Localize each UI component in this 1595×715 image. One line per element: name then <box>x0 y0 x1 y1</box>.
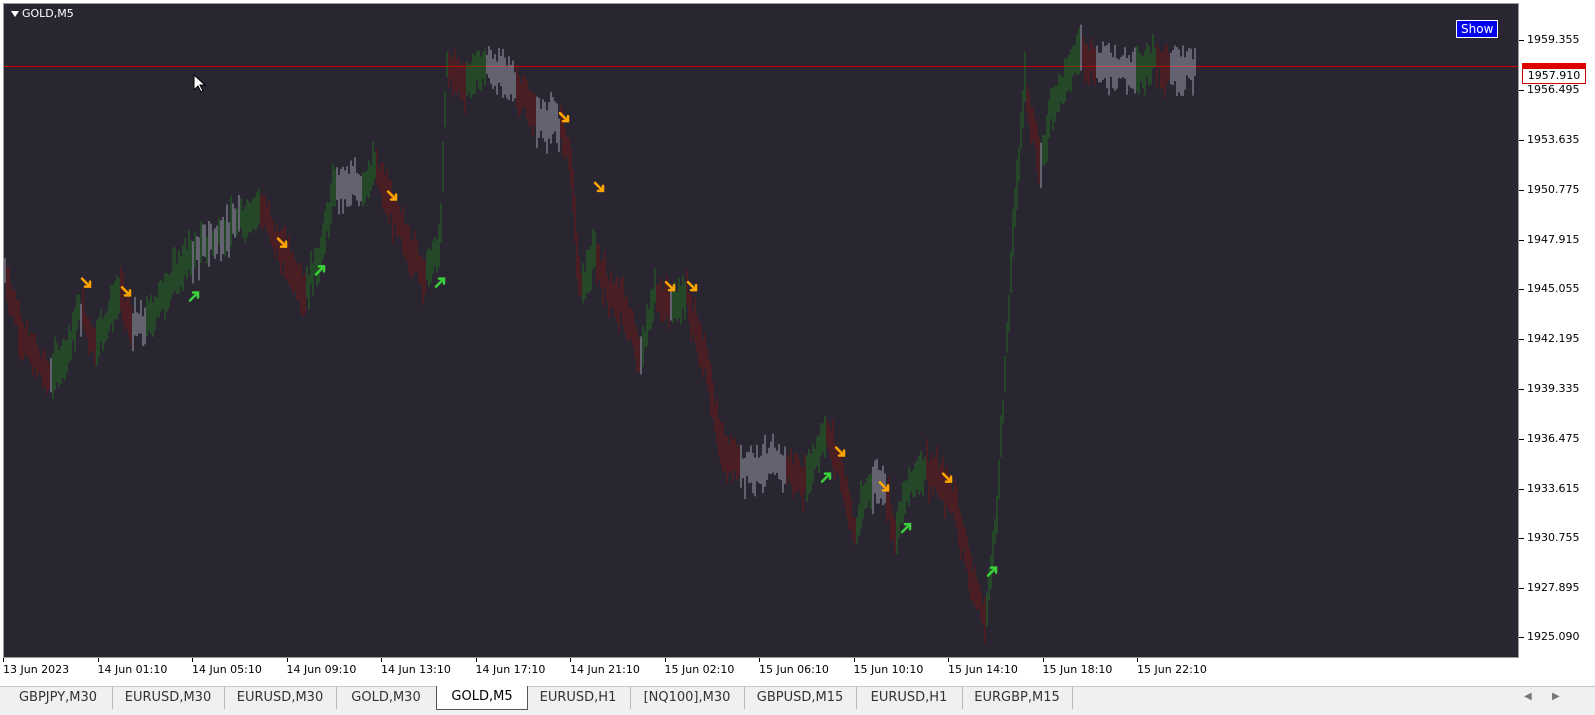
price-tick <box>1519 637 1524 639</box>
price-axis-label: 1942.195 <box>1527 332 1580 346</box>
tab-gold-m30[interactable]: GOLD,M30 <box>336 687 437 709</box>
time-axis-label: 15 Jun 14:10 <box>948 663 1018 676</box>
time-tick <box>3 658 4 662</box>
price-tick <box>1519 139 1524 141</box>
symbol-label-text: GOLD,M5 <box>22 7 74 20</box>
price-axis-label: 1950.775 <box>1527 182 1580 196</box>
time-axis-label: 14 Jun 05:10 <box>192 663 262 676</box>
price-chart[interactable] <box>4 4 1518 657</box>
time-tick <box>475 658 477 662</box>
tab-nq100-m30[interactable]: [NQ100],M30 <box>630 687 745 709</box>
price-bars <box>4 24 1196 644</box>
price-axis-label: 1925.090 <box>1527 630 1580 644</box>
time-axis-label: 15 Jun 10:10 <box>853 663 924 676</box>
tab-scroll-right-icon[interactable]: ▶ <box>1552 691 1560 702</box>
price-axis-label: 1936.475 <box>1527 431 1580 445</box>
time-tick <box>1042 658 1044 662</box>
time-axis-label: 14 Jun 01:10 <box>97 663 168 676</box>
time-axis-label: 15 Jun 22:10 <box>1137 663 1207 676</box>
price-axis-label: 1939.335 <box>1527 381 1580 395</box>
time-axis-label: 14 Jun 21:10 <box>570 663 640 676</box>
price-axis-label: 1927.895 <box>1527 581 1580 595</box>
buy-arrow-icon <box>434 277 446 288</box>
buy-arrow-icon <box>900 522 912 534</box>
time-axis-label: 14 Jun 09:10 <box>286 663 357 676</box>
price-axis-label: 1947.915 <box>1527 232 1580 246</box>
time-axis-label: 13 Jun 2023 <box>3 663 70 676</box>
price-tick <box>1519 438 1524 440</box>
price-tick <box>1519 588 1524 590</box>
tab-eurgbp-m15[interactable]: EURGBP,M15 <box>962 687 1073 709</box>
sell-arrow-icon <box>593 181 605 193</box>
price-axis-label: 1930.755 <box>1527 531 1580 545</box>
price-axis-label: 1959.355 <box>1527 33 1580 47</box>
show-button[interactable]: Show <box>1456 20 1499 38</box>
chart-plot-area[interactable]: GOLD,M5 <box>3 3 1519 658</box>
price-tick <box>1519 189 1524 191</box>
price-axis-label: 1953.635 <box>1527 132 1580 146</box>
buy-arrow-icon <box>188 291 200 302</box>
tab-gold-m5[interactable]: GOLD,M5 <box>436 686 528 710</box>
tab-eurusd-m30[interactable]: EURUSD,M30 <box>224 687 337 709</box>
time-axis-label: 14 Jun 17:10 <box>475 663 546 676</box>
tab-gbpjpy-m30[interactable]: GBPJPY,M30 <box>4 687 113 709</box>
price-axis-label: 1956.495 <box>1527 83 1580 97</box>
price-tick <box>1519 289 1524 291</box>
price-tick <box>1519 538 1524 540</box>
time-tick <box>570 658 571 662</box>
price-tick <box>1519 90 1524 92</box>
price-tick <box>1519 488 1524 490</box>
time-tick <box>192 658 193 662</box>
sell-arrow-icon <box>80 277 92 288</box>
time-axis-label: 15 Jun 06:10 <box>759 663 829 676</box>
time-axis-label: 15 Jun 18:10 <box>1042 663 1113 676</box>
time-axis-label: 14 Jun 13:10 <box>381 663 451 676</box>
mouse-cursor-icon <box>193 74 207 93</box>
price-axis-label: 1945.055 <box>1527 282 1580 296</box>
price-axis-label: 1933.615 <box>1527 481 1580 495</box>
price-tick <box>1519 388 1524 390</box>
symbol-label[interactable]: GOLD,M5 <box>11 7 74 20</box>
tab-eurusd-h1[interactable]: EURUSD,H1 <box>526 687 631 709</box>
time-tick <box>664 658 666 662</box>
time-axis-label: 15 Jun 02:10 <box>664 663 735 676</box>
tab-gbpusd-m15[interactable]: GBPUSD,M15 <box>744 687 857 709</box>
time-tick <box>948 658 949 662</box>
time-tick <box>97 658 99 662</box>
current-price-label: 1957.910 <box>1522 68 1586 84</box>
time-axis[interactable]: 13 Jun 2023 14 Jun 01:10 14 Jun 05:10 14 Ju… <box>0 658 1519 680</box>
sell-arrow-icon <box>686 280 698 292</box>
tab-scroll-left-icon[interactable]: ◀ <box>1524 691 1532 702</box>
time-tick <box>759 658 760 662</box>
chart-tab-bar: GBPJPY,M30 EURUSD,M30 EURUSD,M30 GOLD,M30 GO… <box>0 686 1595 715</box>
tab-eurusd-m30[interactable]: EURUSD,M30 <box>112 687 225 709</box>
tab-eurusd-h1[interactable]: EURUSD,H1 <box>856 687 963 709</box>
time-tick <box>1137 658 1138 662</box>
price-tick <box>1519 339 1524 341</box>
time-tick <box>381 658 382 662</box>
price-axis[interactable]: 1959.355 1956.495 1953.635 1950.775 1947.915… <box>1519 0 1595 670</box>
time-tick <box>853 658 855 662</box>
dropdown-triangle-icon[interactable] <box>11 10 19 17</box>
chart-window[interactable]: GOLD,M5 Show 1959.355 1956.495 1953.635 195… <box>0 0 1595 686</box>
price-tick <box>1519 239 1524 241</box>
buy-arrow-icon <box>820 472 832 483</box>
price-tick <box>1519 40 1524 42</box>
time-tick <box>286 658 288 662</box>
